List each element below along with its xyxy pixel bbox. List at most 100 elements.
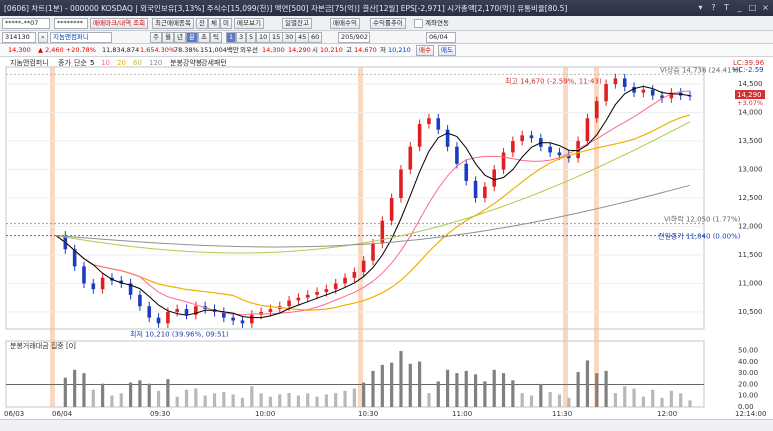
trade-profit-button[interactable]: 매매수익 — [330, 18, 360, 29]
legend-item-4: 20 — [117, 59, 126, 67]
candle-body — [324, 289, 329, 292]
time-axis-label: 11:00 — [452, 410, 472, 418]
volume-bar — [63, 377, 67, 407]
interval-60[interactable]: 60 — [308, 32, 323, 43]
candlestick-chart[interactable]: 지놈앤컴퍼니 종가 단순 5 10 20 60 120 분봉강약봉강세패턴 14,500 14,00… — [0, 57, 773, 421]
volume-bar — [501, 373, 506, 407]
account-link-checkbox[interactable] — [414, 19, 423, 28]
candle-body — [91, 283, 96, 290]
current-change-marker: +3.07% — [737, 99, 763, 107]
account-link-label: 계좌연동 — [425, 19, 449, 27]
candle-body — [166, 311, 170, 324]
maximize-icon[interactable]: □ — [747, 2, 758, 13]
volume-bar — [445, 369, 450, 407]
window-controls: ▾ ? T _ □ × — [695, 2, 771, 13]
volume-bar — [324, 394, 328, 407]
candle-body — [594, 101, 599, 119]
account-select[interactable]: *****-**07 — [2, 18, 50, 29]
candle-body — [427, 118, 431, 124]
volume-bar — [166, 379, 170, 407]
password-field[interactable]: ******** — [54, 18, 88, 29]
sell-button[interactable]: 매도 — [438, 45, 456, 56]
period-tick[interactable]: 틱 — [210, 32, 222, 43]
volume-bar — [688, 400, 692, 407]
volume-bar — [473, 374, 478, 407]
volume-bar — [371, 370, 375, 407]
date-field[interactable]: 06/04 — [426, 32, 456, 43]
candle-body — [650, 89, 655, 96]
period-month[interactable]: 월 — [162, 32, 174, 43]
volume-bar — [73, 369, 77, 407]
last-price: 14,290 — [288, 46, 311, 54]
return-trend-button[interactable]: 수익률추이 — [370, 18, 406, 29]
memo-button[interactable]: 메모보기 — [234, 18, 264, 29]
recent-stocks-button[interactable]: 최근매매종목 — [152, 18, 194, 29]
volume-bar — [296, 395, 301, 407]
period-week[interactable]: 주 — [150, 32, 162, 43]
chart-area[interactable]: 지놈앤컴퍼니 종가 단순 5 10 20 60 120 분봉강약봉 강세패턴 14,500 14,00… — [0, 57, 773, 421]
volume-bar — [455, 373, 459, 407]
volume-bar — [539, 383, 543, 407]
stock-code-input[interactable]: 314130 — [2, 32, 36, 43]
candle-body — [585, 118, 590, 142]
price-summary-bar: 14,300 ▲ 2,460 +20.78% 11,834,874 1,654.… — [0, 44, 773, 57]
legend-stock-name: 지놈앤컴퍼니 — [10, 58, 49, 67]
unfilled-button[interactable]: 미 — [220, 18, 232, 29]
turnover-ratio: 78.38% — [174, 46, 199, 54]
balance-button[interactable]: 잔 — [196, 18, 208, 29]
foreign-label: 외우선 — [240, 46, 258, 54]
period-year[interactable]: 년 — [174, 32, 186, 43]
candle-body — [249, 314, 254, 324]
volume-bar — [259, 393, 263, 407]
time-axis-label: 12:14:00 — [735, 410, 766, 418]
candle-body — [352, 272, 357, 278]
current-price: 14,300 — [8, 46, 31, 54]
help-icon[interactable]: ? — [708, 2, 719, 13]
trade-mark-button[interactable]: 매매마크/내역 조회 — [90, 18, 149, 29]
candle-body — [138, 294, 142, 307]
filled-button[interactable]: 체 — [208, 18, 220, 29]
volume-tick-label: 50.00 — [738, 347, 758, 355]
stock-name-field[interactable]: 지놈앤컴퍼니 — [50, 32, 112, 43]
search-icon[interactable]: ⌕ — [38, 32, 48, 43]
price-tick-label: 13,500 — [738, 137, 763, 145]
price-tick-label: 12,500 — [738, 194, 763, 202]
period-minute[interactable]: 분 — [186, 32, 198, 43]
price-tick-label: 14,000 — [738, 109, 763, 117]
buy-button[interactable]: 매수 — [416, 45, 434, 56]
candle-body — [613, 78, 618, 85]
font-icon[interactable]: T — [721, 2, 732, 13]
volume-bar — [82, 373, 86, 407]
volume-bar — [604, 370, 608, 407]
interval-5[interactable]: 5 — [246, 32, 257, 43]
minimize-icon[interactable]: _ — [734, 2, 745, 13]
high-label: 고 — [346, 46, 352, 54]
daily-balance-button[interactable]: 일별잔고 — [282, 18, 312, 29]
close-icon[interactable]: × — [760, 2, 771, 13]
highlight-column-0 — [50, 67, 55, 407]
time-axis-label: 09:30 — [150, 410, 170, 418]
volume-bar — [520, 393, 524, 407]
candle-body — [548, 146, 552, 153]
price-tick-label: 10,500 — [738, 308, 763, 316]
candle-body — [464, 163, 469, 181]
price-tick-label: 11,000 — [738, 279, 763, 287]
volume-bar — [567, 397, 571, 407]
candle-body — [305, 294, 310, 298]
candle-body — [520, 135, 524, 142]
candle-body — [501, 152, 506, 170]
legend-item-6: 120 — [149, 59, 162, 67]
interval-1[interactable]: 1 — [226, 32, 237, 43]
period-second[interactable]: 초 — [198, 32, 210, 43]
legend-item-7: 분봉강약봉 — [170, 58, 203, 67]
trade-value: 151,004백만 — [200, 46, 239, 54]
volume-tick-label: 40.00 — [738, 358, 758, 366]
dropdown-icon[interactable]: ▾ — [695, 2, 706, 13]
interval-3[interactable]: 3 — [236, 32, 247, 43]
candle-body — [175, 309, 180, 312]
volume-bar — [576, 372, 580, 407]
volume-bar — [175, 396, 179, 407]
legend-item-5: 60 — [133, 59, 142, 67]
data-count-field[interactable]: 205/902 — [338, 32, 370, 43]
volume-bar — [529, 395, 534, 407]
